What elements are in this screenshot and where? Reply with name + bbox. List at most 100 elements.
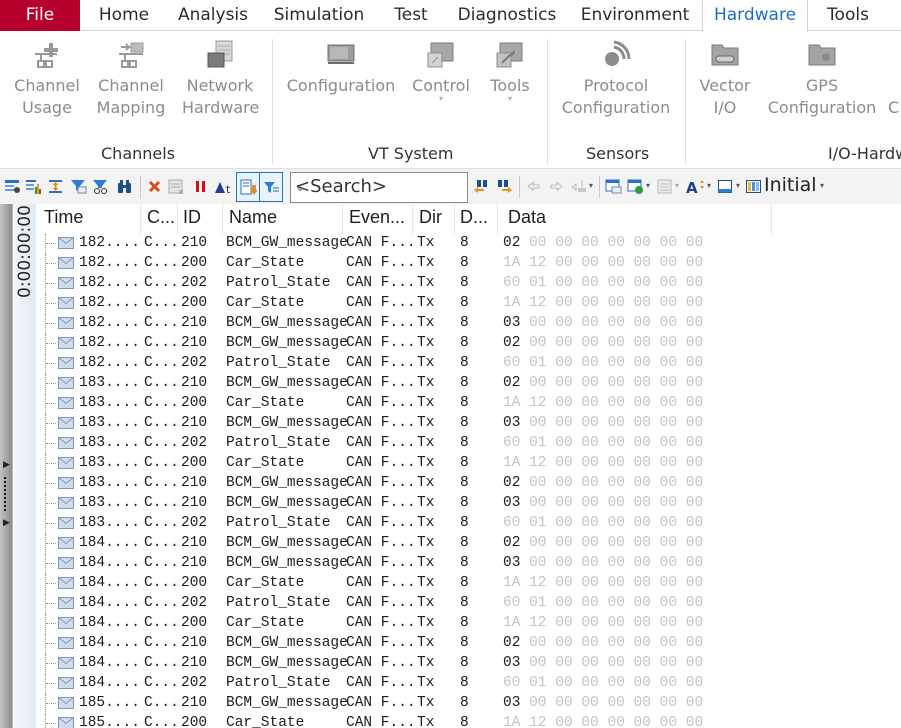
table-row[interactable]: 185.... C... 210 BCM_GW_message CAN F... Tx 8 0…: [36, 694, 901, 714]
autoscroll-toggle[interactable]: [236, 172, 260, 202]
column-divider[interactable]: [140, 204, 141, 234]
column-header-event-type[interactable]: Even...: [349, 207, 405, 228]
table-row[interactable]: 184.... C... 210 BCM_GW_message CAN F... Tx 8 0…: [36, 654, 901, 674]
tab-file[interactable]: File: [0, 0, 80, 31]
table-row[interactable]: 184.... C... 210 BCM_GW_message CAN F... Tx 8 0…: [36, 634, 901, 654]
forward-arrow-icon[interactable]: [548, 178, 565, 195]
detail-view-icon[interactable]: [168, 178, 185, 195]
table-row[interactable]: 182.... C... 202 Patrol_State CAN F... Tx 8 60 …: [36, 274, 901, 294]
table-row[interactable]: 182.... C... 200 Car_State CAN F... Tx 8 1A 12 …: [36, 294, 901, 314]
column-divider[interactable]: [412, 204, 413, 234]
table-row[interactable]: 184.... C... 200 Car_State CAN F... Tx 8 1A 12 …: [36, 574, 901, 594]
table-row[interactable]: 183.... C... 202 Patrol_State CAN F... Tx 8 60 …: [36, 434, 901, 454]
sensor-protocol-configuration-button[interactable]: Protocol Configuration: [560, 39, 672, 119]
table-row[interactable]: 183.... C... 210 BCM_GW_message CAN F... Tx 8 0…: [36, 494, 901, 514]
column-header-channel[interactable]: C...: [147, 207, 175, 228]
vt-configuration-button[interactable]: Configuration: [286, 39, 396, 97]
table-row[interactable]: 183.... C... 210 BCM_GW_message CAN F... Tx 8 0…: [36, 414, 901, 434]
clear-trace-icon[interactable]: [146, 178, 163, 195]
table-row[interactable]: 182.... C... 210 BCM_GW_message CAN F... Tx 8 0…: [36, 314, 901, 334]
search-combobox[interactable]: <Search> ⌄: [290, 172, 468, 203]
expand-rows-icon[interactable]: [47, 178, 64, 195]
table-row[interactable]: 183.... C... 200 Car_State CAN F... Tx 8 1A 12 …: [36, 394, 901, 414]
channel-usage-button[interactable]: Channel Usage: [14, 39, 80, 119]
pause-icon[interactable]: [192, 178, 209, 195]
table-row[interactable]: 184.... C... 202 Patrol_State CAN F... Tx 8 60 …: [36, 594, 901, 614]
table-row[interactable]: 182.... C... 200 Car_State CAN F... Tx 8 1A 12 …: [36, 254, 901, 274]
tab-home[interactable]: Home: [88, 0, 160, 31]
table-row[interactable]: 184.... C... 210 BCM_GW_message CAN F... Tx 8 0…: [36, 534, 901, 554]
column-header-id[interactable]: ID: [183, 207, 201, 228]
tab-diagnostics[interactable]: Diagnostics: [452, 0, 562, 31]
splitter-grip-icon[interactable]: [4, 477, 7, 511]
window-message-icon[interactable]: [605, 178, 622, 195]
marker-icon[interactable]: [570, 178, 587, 195]
column-divider[interactable]: [454, 204, 455, 234]
column-layout-icon[interactable]: [745, 178, 762, 195]
font-size-dropdown-icon[interactable]: ▾: [707, 181, 711, 190]
marker-dropdown-icon[interactable]: ▾: [589, 181, 593, 190]
table-row[interactable]: 183.... C... 202 Patrol_State CAN F... Tx 8 60 …: [36, 514, 901, 534]
column-header-name[interactable]: Name: [229, 207, 277, 228]
table-row[interactable]: 182.... C... 210 BCM_GW_message CAN F... Tx 8 0…: [36, 234, 901, 254]
column-divider[interactable]: [342, 204, 343, 234]
vt-control-button[interactable]: Control ▾: [410, 39, 472, 103]
table-row[interactable]: 183.... C... 200 Car_State CAN F... Tx 8 1A 12 …: [36, 454, 901, 474]
io-hardware-partial-button[interactable]: C: [888, 97, 901, 119]
ribbon-separator: [547, 39, 548, 164]
tab-analysis[interactable]: Analysis: [168, 0, 258, 31]
column-header-dir[interactable]: Dir: [419, 207, 442, 228]
table-row[interactable]: 182.... C... 210 BCM_GW_message CAN F... Tx 8 0…: [36, 334, 901, 354]
column-divider[interactable]: [222, 204, 223, 234]
cell-data: 1A 12 00 00 00 00 00 00: [503, 295, 703, 311]
channel-mapping-button[interactable]: Channel Mapping: [96, 39, 166, 119]
column-divider[interactable]: [497, 204, 498, 234]
back-arrow-icon[interactable]: [525, 178, 542, 195]
column-header-time[interactable]: Time: [44, 207, 83, 228]
window-network-dropdown-icon[interactable]: ▾: [646, 181, 650, 190]
filter-message-icon[interactable]: [70, 178, 87, 195]
layout-dropdown-icon[interactable]: ▾: [675, 181, 679, 190]
font-size-icon[interactable]: A: [686, 178, 706, 195]
delta-time-icon[interactable]: t: [214, 178, 234, 195]
column-header-data[interactable]: Data: [508, 207, 546, 228]
expand-arrow-icon[interactable]: ▶: [3, 518, 10, 528]
tab-test[interactable]: Test: [382, 0, 440, 31]
tab-hardware[interactable]: Hardware: [702, 0, 808, 32]
search-dropdown-icon[interactable]: ⌄: [295, 180, 461, 194]
message-envelope-icon: [58, 677, 74, 689]
column-divider[interactable]: [771, 204, 772, 234]
tab-environment[interactable]: Environment: [574, 0, 696, 31]
column-header-dlc[interactable]: D...: [460, 207, 488, 228]
table-row[interactable]: 183.... C... 210 BCM_GW_message CAN F... Tx 8 0…: [36, 374, 901, 394]
expand-arrow-icon[interactable]: ▶: [3, 460, 10, 470]
find-binoculars-icon[interactable]: [116, 178, 133, 195]
filter-glasses-icon[interactable]: [92, 178, 109, 195]
statistics-icon[interactable]: [25, 178, 42, 195]
filter-view-toggle[interactable]: [259, 172, 283, 202]
tab-simulation[interactable]: Simulation: [268, 0, 370, 31]
tab-tools[interactable]: Tools: [814, 0, 882, 31]
find-previous-icon[interactable]: [473, 178, 490, 195]
find-next-icon[interactable]: [496, 178, 513, 195]
table-row[interactable]: 182.... C... 202 Patrol_State CAN F... Tx 8 60 …: [36, 354, 901, 374]
table-row[interactable]: 185.... C... 200 Car_State CAN F... Tx 8 1A 12 …: [36, 714, 901, 728]
left-splitter[interactable]: ▶ ▶: [0, 204, 12, 728]
layout-icon[interactable]: [656, 178, 673, 195]
table-row[interactable]: 184.... C... 210 BCM_GW_message CAN F... Tx 8 0…: [36, 554, 901, 574]
tree-line: [45, 554, 46, 574]
color-scheme-icon[interactable]: [717, 178, 734, 195]
table-row[interactable]: 183.... C... 210 BCM_GW_message CAN F... Tx 8 0…: [36, 474, 901, 494]
table-row[interactable]: 184.... C... 202 Patrol_State CAN F... Tx 8 60 …: [36, 674, 901, 694]
vector-io-button[interactable]: Vector I/O: [696, 39, 754, 119]
color-scheme-dropdown-icon[interactable]: ▾: [736, 181, 740, 190]
trace-config-icon[interactable]: [4, 178, 21, 195]
column-divider[interactable]: [177, 204, 178, 234]
column-layout-selector[interactable]: Initial: [764, 174, 817, 196]
network-hardware-button[interactable]: Network Hardware: [182, 39, 259, 119]
window-network-icon[interactable]: [627, 178, 644, 195]
table-row[interactable]: 184.... C... 200 Car_State CAN F... Tx 8 1A 12 …: [36, 614, 901, 634]
column-layout-dropdown-icon[interactable]: ▾: [820, 181, 824, 190]
vt-tools-button[interactable]: Tools ▾: [486, 39, 534, 103]
gps-configuration-button[interactable]: GPS Configuration: [766, 39, 878, 119]
